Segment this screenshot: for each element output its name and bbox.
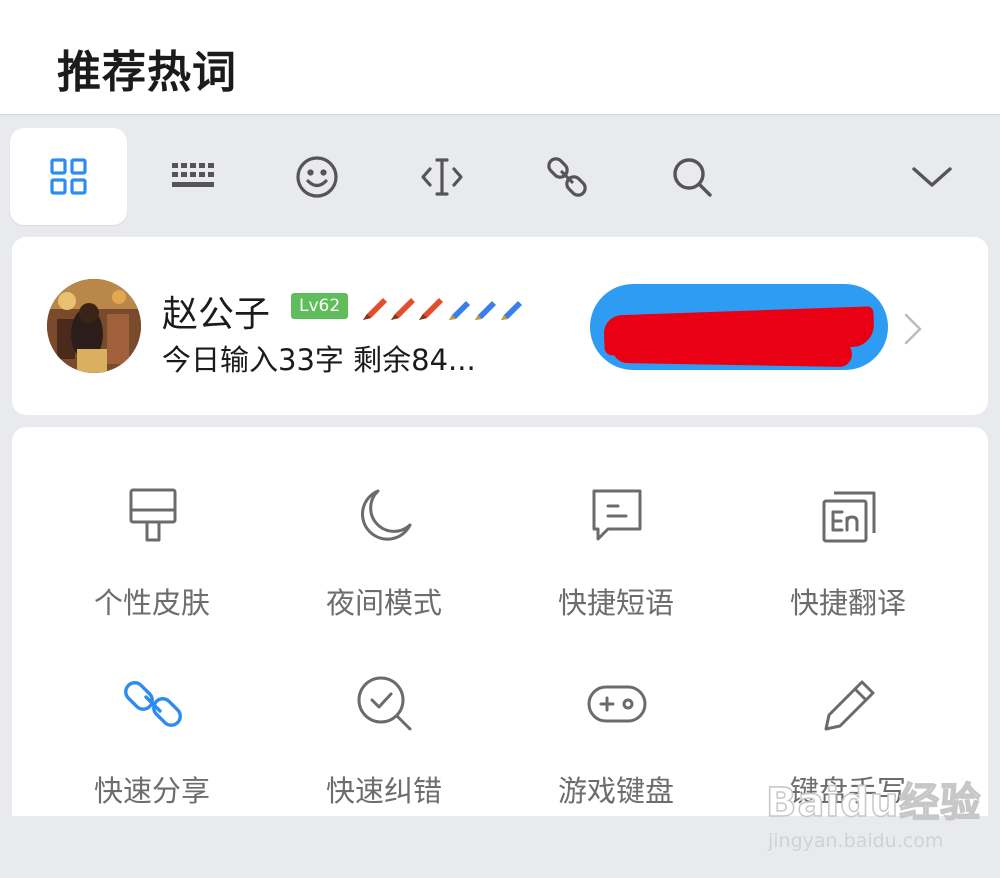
keyboard-toolbar — [0, 116, 1000, 236]
avatar-photo — [47, 279, 141, 373]
check-search-icon — [357, 676, 412, 731]
toolbar-search-button[interactable] — [633, 128, 750, 225]
feature-night-mode[interactable]: 夜间模式 — [268, 427, 500, 620]
toolbar-keyboard-button[interactable] — [134, 128, 251, 225]
toolbar-emoji-button[interactable] — [258, 128, 375, 225]
user-profile-card[interactable]: 赵公子 Lv62 今日输入33字 剩余84... — [12, 237, 988, 415]
search-icon — [672, 157, 712, 197]
level-badge: Lv62 — [291, 293, 349, 319]
translate-en-icon — [822, 491, 876, 543]
paint-roller-icon — [129, 488, 177, 542]
share-link-icon — [124, 681, 182, 727]
cursor-move-icon — [420, 157, 463, 196]
feature-grid: 个性皮肤 夜间模式 快捷短语 快捷翻译 快速分享 快速纠错 游戏键盘 键盘手写 — [12, 427, 988, 816]
feature-game-keyboard[interactable]: 游戏键盘 — [500, 615, 732, 808]
feature-skin[interactable]: 个性皮肤 — [36, 427, 268, 620]
chevron-down-icon — [911, 166, 952, 187]
toolbar-collapse-button[interactable] — [873, 128, 990, 225]
username: 赵公子 — [162, 294, 271, 335]
toolbar-apps-button[interactable] — [10, 128, 127, 225]
moon-icon — [361, 489, 412, 541]
feature-handwriting[interactable]: 键盘手写 — [732, 615, 964, 808]
keyboard-icon — [171, 162, 214, 187]
toolbar-cursor-button[interactable] — [383, 128, 500, 225]
feature-quick-correct[interactable]: 快速纠错 — [268, 615, 500, 808]
gamepad-icon — [587, 685, 647, 723]
redaction-mark — [611, 332, 853, 368]
feature-label: 快速纠错 — [325, 774, 442, 808]
link-icon — [546, 156, 587, 197]
hot-words-header: 推荐热词 — [0, 0, 1000, 115]
message-icon — [592, 489, 642, 541]
avatar[interactable] — [47, 279, 141, 373]
toolbar-link-button[interactable] — [508, 128, 625, 225]
feature-quick-translate[interactable]: 快捷翻译 — [732, 427, 964, 620]
level-brushes-icon — [363, 298, 522, 320]
watermark-logo: Baidu经验 — [765, 779, 982, 827]
feature-label: 快速分享 — [93, 774, 210, 808]
feature-quick-share[interactable]: 快速分享 — [36, 615, 268, 808]
smiley-icon — [295, 155, 338, 198]
feature-label: 游戏键盘 — [557, 774, 674, 808]
pencil-icon — [824, 680, 875, 731]
chevron-right-icon[interactable] — [898, 309, 928, 349]
watermark-url: jingyan.baidu.com — [768, 830, 944, 852]
feature-quick-phrase[interactable]: 快捷短语 — [500, 427, 732, 620]
page-title: 推荐热词 — [57, 47, 237, 98]
grid-icon — [49, 157, 87, 195]
today-input-stats: 今日输入33字 剩余84... — [162, 343, 476, 377]
baidu-watermark: Baidu经验 jingyan.baidu.com — [765, 770, 981, 860]
